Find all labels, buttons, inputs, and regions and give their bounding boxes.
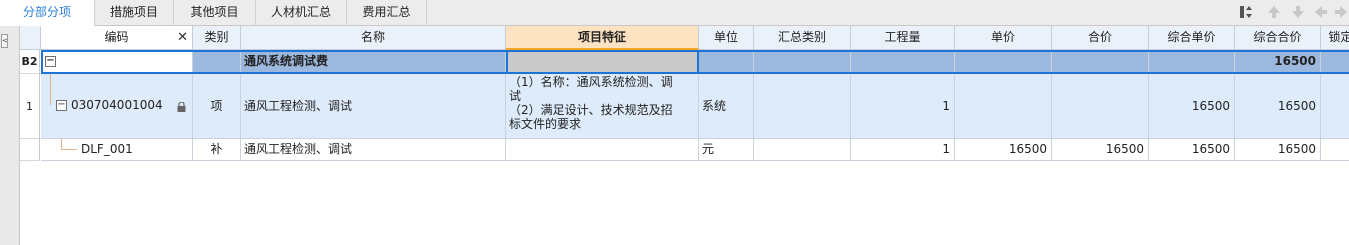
feature-line: （2）满足设计、技术规范及招 [509, 103, 673, 117]
left-gutter: < [0, 26, 20, 245]
unit-cell[interactable]: 元 [699, 139, 754, 161]
qty-cell[interactable]: 1 [851, 74, 955, 139]
item-code: 030704001004 [71, 98, 163, 112]
type-cell[interactable]: 补 [193, 139, 241, 161]
summary-cell[interactable] [754, 50, 851, 74]
tab-rencaiji[interactable]: 人材机汇总 [256, 0, 347, 26]
comp-total-cell[interactable]: 16500 [1235, 50, 1321, 74]
unit-cell[interactable] [699, 50, 754, 74]
lock-cell[interactable] [1321, 139, 1349, 161]
comp-total-cell[interactable]: 16500 [1235, 139, 1321, 161]
qty-cell[interactable]: 1 [851, 139, 955, 161]
tab-qita[interactable]: 其他项目 [174, 0, 256, 26]
unit-price-cell[interactable]: 16500 [955, 139, 1052, 161]
header-qty[interactable]: 工程量 [851, 26, 955, 50]
comp-unit-cell[interactable] [1149, 50, 1235, 74]
tree-collapse-icon[interactable]: − [56, 100, 67, 111]
header-summary[interactable]: 汇总类别 [754, 26, 851, 50]
code-cell[interactable]: − 030704001004 [41, 74, 193, 139]
unit-price-cell[interactable] [955, 50, 1052, 74]
feature-cell-selected[interactable] [506, 50, 699, 74]
summary-cell[interactable] [754, 74, 851, 139]
header-lock[interactable]: 锁定 [1321, 26, 1349, 50]
sub-code: DLF_001 [81, 142, 133, 156]
bill-grid: 编码 ✕ 类别 名称 项目特征 单位 汇总类别 工程量 单价 合价 综合单价 综… [20, 26, 1349, 245]
feature-line: 标文件的要求 [509, 117, 582, 131]
row-index: 1 [20, 74, 40, 139]
header-comp-total[interactable]: 综合合价 [1235, 26, 1321, 50]
feature-cell[interactable] [506, 139, 699, 161]
header-feature[interactable]: 项目特征 [506, 26, 699, 50]
header-code-label: 编码 [104, 30, 129, 44]
lock-cell[interactable] [1321, 50, 1349, 74]
row-index: B2 [20, 50, 40, 74]
header-name[interactable]: 名称 [241, 26, 506, 50]
unit-price-cell[interactable] [955, 74, 1052, 139]
summary-cell[interactable] [754, 139, 851, 161]
name-cell[interactable]: 通风工程检测、调试 [241, 139, 506, 161]
comp-unit-cell[interactable]: 16500 [1149, 74, 1235, 139]
corner-header [20, 26, 41, 50]
unit-cell[interactable]: 系统 [699, 74, 754, 139]
total-price-cell[interactable]: 16500 [1052, 139, 1149, 161]
tab-fenbu[interactable]: 分部分项 [0, 0, 95, 27]
comp-total-cell[interactable]: 16500 [1235, 74, 1321, 139]
row-index [20, 139, 40, 161]
header-type[interactable]: 类别 [193, 26, 241, 50]
lock-icon [177, 102, 186, 112]
tab-feiyong[interactable]: 费用汇总 [347, 0, 427, 26]
sort-icon[interactable] [1238, 4, 1254, 20]
code-cell[interactable]: − [41, 50, 193, 74]
header-comp-unit[interactable]: 综合单价 [1149, 26, 1235, 50]
lock-cell[interactable] [1321, 74, 1349, 139]
feature-line: （1）名称：通风系统检测、调 [509, 75, 673, 89]
arrow-right-icon[interactable] [1333, 4, 1349, 20]
type-cell[interactable]: 项 [193, 74, 241, 139]
feature-cell[interactable]: （1）名称：通风系统检测、调 试 （2）满足设计、技术规范及招 标文件的要求 [506, 74, 699, 139]
close-filter-icon[interactable]: ✕ [177, 26, 188, 49]
header-total-price[interactable]: 合价 [1052, 26, 1149, 50]
qty-cell[interactable] [851, 50, 955, 74]
tree-collapse-icon[interactable]: − [45, 56, 56, 67]
header-code[interactable]: 编码 ✕ [41, 26, 193, 50]
tree-connector [50, 74, 51, 105]
header-unit[interactable]: 单位 [699, 26, 754, 50]
feature-line: 试 [509, 89, 522, 103]
header-unit-price[interactable]: 单价 [955, 26, 1052, 50]
total-price-cell[interactable] [1052, 50, 1149, 74]
move-top-icon[interactable] [1266, 4, 1282, 20]
move-down-icon[interactable] [1290, 4, 1306, 20]
code-cell[interactable]: DLF_001 [41, 139, 193, 161]
arrow-left-icon[interactable] [1313, 4, 1329, 20]
tab-bar: 分部分项 措施项目 其他项目 人材机汇总 费用汇总 [0, 0, 1349, 27]
type-cell[interactable] [193, 50, 241, 74]
tree-connector [61, 139, 77, 150]
tab-cuoshi[interactable]: 措施项目 [95, 0, 174, 26]
collapse-panel-icon[interactable]: < [1, 34, 8, 48]
total-price-cell[interactable] [1052, 74, 1149, 139]
name-cell[interactable]: 通风工程检测、调试 [241, 74, 506, 139]
name-cell[interactable]: 通风系统调试费 [241, 50, 506, 74]
comp-unit-cell[interactable]: 16500 [1149, 139, 1235, 161]
